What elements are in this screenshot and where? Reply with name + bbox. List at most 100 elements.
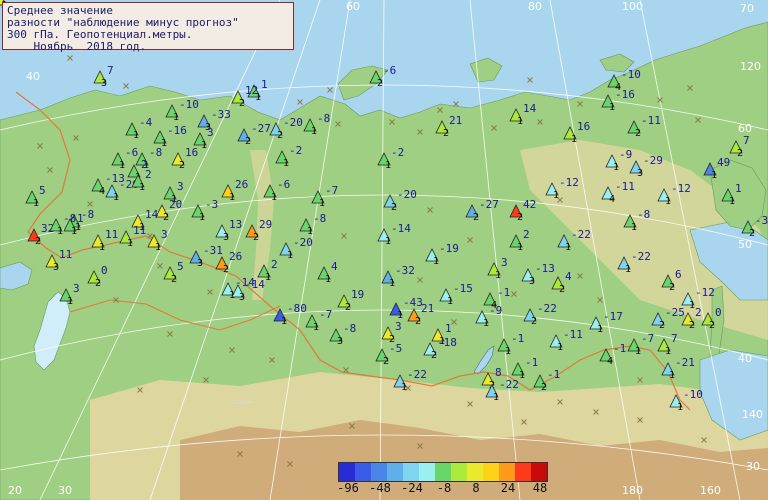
station-rank: 2 xyxy=(163,212,169,223)
station-rank: 1 xyxy=(99,242,105,253)
color-legend xyxy=(338,462,548,482)
station-value: -21 xyxy=(675,356,695,369)
station-value: 5 xyxy=(177,260,184,273)
station-value: -1 xyxy=(547,368,560,381)
station-value: 11 xyxy=(105,228,118,241)
station-value: -33 xyxy=(211,108,231,121)
station-value: -7 xyxy=(319,308,332,321)
station-value: -22 xyxy=(571,228,591,241)
station-value: -2 xyxy=(391,146,404,159)
station-value: -27 xyxy=(251,122,271,135)
station-value: -11 xyxy=(641,114,661,127)
station-value: 0 xyxy=(715,306,722,319)
lon-label: 80 xyxy=(528,0,542,13)
station-rank: 1 xyxy=(319,198,325,209)
station-rank: 4 xyxy=(99,186,105,197)
station-value: 1 xyxy=(261,78,268,91)
lon-label: 120 xyxy=(740,60,761,73)
lat-label: 60 xyxy=(738,122,752,135)
station-value: 1 xyxy=(445,322,452,335)
station-rank: 1 xyxy=(625,264,631,275)
map-canvas: 20 30 40 50 60 80 100 120 140 160 180 73… xyxy=(0,0,768,500)
station-rank: 1 xyxy=(557,342,563,353)
station-value: -20 xyxy=(283,116,303,129)
station-rank: 3 xyxy=(197,258,203,269)
station-rank: 2 xyxy=(171,274,177,285)
station-rank: 1 xyxy=(447,296,453,307)
station-rank: 2 xyxy=(415,316,421,327)
station-value: 14 xyxy=(523,102,537,115)
legend-swatch xyxy=(419,463,435,481)
station-value: -16 xyxy=(167,124,187,137)
station-rank: 1 xyxy=(113,192,119,203)
station-value: -6 xyxy=(383,64,396,77)
station-rank: 2 xyxy=(253,232,259,243)
station-value: -43 xyxy=(403,296,423,309)
station-value: -8 xyxy=(343,322,356,335)
station-rank: 1 xyxy=(433,256,439,267)
station-value: 2 xyxy=(695,306,702,319)
station-value: -6 xyxy=(125,146,138,159)
station-rank: 1 xyxy=(311,126,317,137)
station-value: -20 xyxy=(293,236,313,249)
station-rank: 1 xyxy=(271,192,277,203)
station-value: -8 xyxy=(313,212,326,225)
lat-label: 30 xyxy=(746,460,760,473)
legend-swatch xyxy=(483,463,499,481)
station-rank: 2 xyxy=(443,128,449,139)
station-rank: 1 xyxy=(133,130,139,141)
station-value: 3 xyxy=(501,256,508,269)
station-value: 5 xyxy=(39,184,46,197)
station-rank: 1 xyxy=(33,198,39,209)
lat-label: 40 xyxy=(738,352,752,365)
station-value: -6 xyxy=(277,178,290,191)
lon-label: 20 xyxy=(8,484,22,497)
station-rank: 2 xyxy=(35,236,41,247)
lat-label: 70 xyxy=(740,2,754,15)
station-value: -22 xyxy=(537,302,557,315)
station-rank: 1 xyxy=(517,116,523,127)
station-rank: 2 xyxy=(277,130,283,141)
station-value: 6 xyxy=(675,268,682,281)
station-rank: 3 xyxy=(529,276,535,287)
station-rank: 3 xyxy=(53,262,59,273)
legend-swatch xyxy=(467,463,483,481)
station-rank: 1 xyxy=(609,102,615,113)
station-value: 7 xyxy=(107,64,114,77)
station-rank: 2 xyxy=(669,282,675,293)
station-value: -12 xyxy=(695,286,715,299)
legend-swatch xyxy=(515,463,531,481)
station-rank: 1 xyxy=(493,392,499,403)
station-value: -8 xyxy=(149,146,162,159)
station-rank: 1 xyxy=(201,140,207,151)
station-value: -16 xyxy=(615,88,635,101)
station-value: -1 xyxy=(511,332,524,345)
station-value: -9 xyxy=(489,304,502,317)
lon-label: 140 xyxy=(742,408,763,421)
station-rank: 1 xyxy=(287,250,293,261)
station-rank: 1 xyxy=(519,370,525,381)
station-value: -15 xyxy=(453,282,473,295)
station-value: -29 xyxy=(643,154,663,167)
station-value: 3 xyxy=(207,126,214,139)
station-value: -31 xyxy=(203,244,223,257)
station-value: -80 xyxy=(287,302,307,315)
station-value: -1 xyxy=(525,356,538,369)
station-value: 1 xyxy=(77,212,84,225)
station-rank: 1 xyxy=(729,196,735,207)
legend-swatch xyxy=(451,463,467,481)
station-value: -25 xyxy=(665,306,685,319)
station-rank: 1 xyxy=(635,346,641,357)
station-value: -14 xyxy=(245,278,265,291)
legend-label: 8 xyxy=(472,481,480,495)
legend-swatch xyxy=(531,463,547,481)
station-value: 42 xyxy=(523,198,536,211)
station-rank: 3 xyxy=(101,78,107,89)
station-value: -8 xyxy=(637,208,650,221)
legend-label: 24 xyxy=(500,481,516,495)
station-value: 3 xyxy=(73,282,80,295)
station-value: 1 xyxy=(735,182,742,195)
station-rank: 1 xyxy=(389,278,395,289)
station-value: -3 xyxy=(205,198,218,211)
station-value: 49 xyxy=(717,156,730,169)
